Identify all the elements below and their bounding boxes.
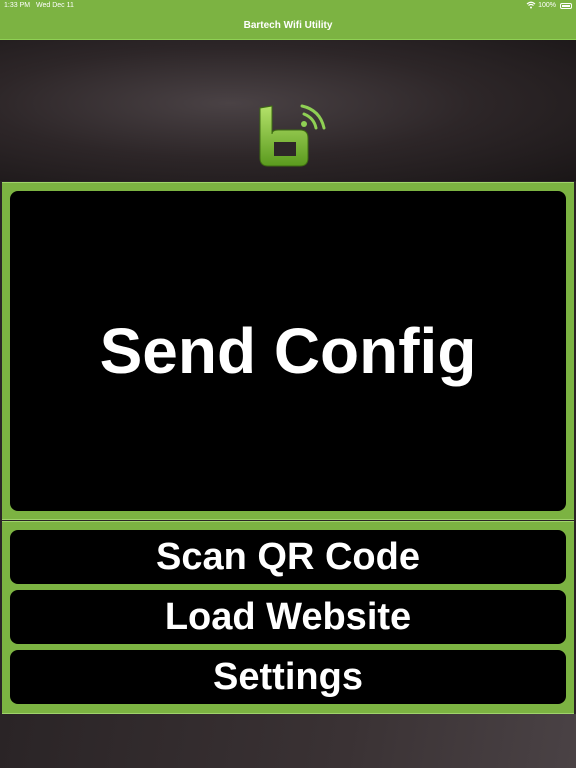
actions-panel: Scan QR Code Load Website Settings [2, 521, 574, 714]
send-config-panel: Send Config [2, 182, 574, 520]
send-config-button[interactable]: Send Config [10, 191, 566, 511]
header-banner [0, 40, 576, 181]
battery-icon [560, 3, 572, 9]
battery-percent: 100% [538, 2, 556, 9]
scan-qr-code-button[interactable]: Scan QR Code [10, 530, 566, 584]
page-title: Bartech Wifi Utility [243, 20, 333, 31]
wifi-icon [526, 1, 536, 11]
footer-background [0, 714, 576, 768]
nav-bar: Bartech Wifi Utility [0, 12, 576, 40]
status-time: 1:33 PM [4, 2, 31, 9]
settings-button[interactable]: Settings [10, 650, 566, 704]
load-website-button[interactable]: Load Website [10, 590, 566, 644]
status-date: Wed Dec 11 [36, 2, 74, 9]
bartech-logo-icon [259, 104, 326, 167]
status-bar: 1:33 PM Wed Dec 11 100% [0, 0, 576, 12]
